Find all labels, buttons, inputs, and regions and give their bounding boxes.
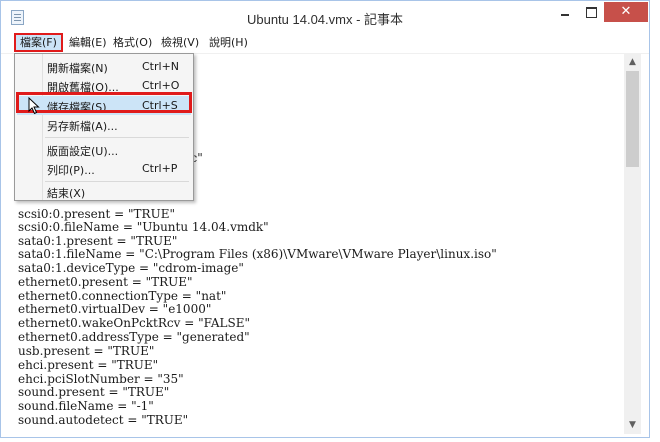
editor-line: ethernet0.virtualDev = "e1000" (18, 302, 212, 316)
editor-line: ethernet0.addressType = "generated" (18, 330, 250, 344)
menu-item-label: 結束(X) (47, 187, 86, 200)
menu-item-new[interactable]: 開新檔案(N) Ctrl+N (17, 57, 191, 76)
menu-item-save-as[interactable]: 另存新檔(A)... (17, 115, 191, 134)
menu-item-shortcut: Ctrl+N (142, 60, 180, 73)
scroll-up-icon[interactable]: ▲ (624, 54, 641, 71)
scroll-down-icon[interactable]: ▼ (624, 417, 641, 434)
menu-item-label: 版面設定(U)... (47, 145, 119, 158)
close-button[interactable]: ✕ (604, 2, 648, 22)
menu-view[interactable]: 檢視(V) (157, 33, 203, 52)
menu-bar: 檔案(F) 編輯(E) 格式(O) 檢視(V) 說明(H) (1, 33, 649, 54)
editor-line: sound.fileName = "-1" (18, 399, 154, 413)
menu-item-label: 另存新檔(A)... (47, 120, 118, 133)
title-bar[interactable]: Ubuntu 14.04.vmx - 記事本 ✕ (1, 1, 649, 33)
menu-help[interactable]: 說明(H) (205, 33, 252, 52)
editor-line: sound.present = "TRUE" (18, 385, 170, 399)
editor-line: sata0:1.fileName = "C:\Program Files (x8… (18, 247, 497, 261)
editor-line: scsi0:0.fileName = "Ubuntu 14.04.vmdk" (18, 220, 269, 234)
menu-item-shortcut: Ctrl+P (142, 162, 178, 175)
menu-item-shortcut: Ctrl+O (142, 79, 180, 92)
vertical-scrollbar[interactable]: ▲ ▼ (624, 54, 641, 434)
menu-item-label: 開新檔案(N) (47, 62, 108, 75)
menu-item-page-setup[interactable]: 版面設定(U)... (17, 140, 191, 159)
menu-item-print[interactable]: 列印(P)... Ctrl+P (17, 159, 191, 178)
editor-line: ehci.present = "TRUE" (18, 358, 159, 372)
editor-line: sata0:1.deviceType = "cdrom-image" (18, 261, 244, 275)
scroll-thumb[interactable] (626, 71, 639, 167)
notepad-window: Ubuntu 14.04.vmx - 記事本 ✕ 檔案(F) 編輯(E) 格式(… (0, 0, 650, 438)
menu-edit[interactable]: 編輯(E) (65, 33, 111, 52)
editor-line: ethernet0.present = "TRUE" (18, 275, 193, 289)
save-highlight-box (16, 92, 192, 113)
menu-file[interactable]: 檔案(F) (14, 33, 63, 52)
minimize-button[interactable] (552, 2, 578, 22)
menu-separator (45, 137, 189, 138)
editor-line: sound.autodetect = "TRUE" (18, 413, 189, 427)
menu-item-exit[interactable]: 結束(X) (17, 182, 191, 201)
file-menu-dropdown: 開新檔案(N) Ctrl+N 開啟舊檔(O)... Ctrl+O 儲存檔案(S)… (14, 53, 194, 201)
mouse-pointer-icon (28, 97, 40, 115)
editor-line: usb.present = "TRUE" (18, 344, 155, 358)
menu-format[interactable]: 格式(O) (109, 33, 156, 52)
maximize-button[interactable] (578, 2, 604, 22)
editor-line: ethernet0.wakeOnPcktRcv = "FALSE" (18, 316, 251, 330)
close-icon: ✕ (620, 4, 632, 19)
menu-item-label: 列印(P)... (47, 164, 95, 177)
